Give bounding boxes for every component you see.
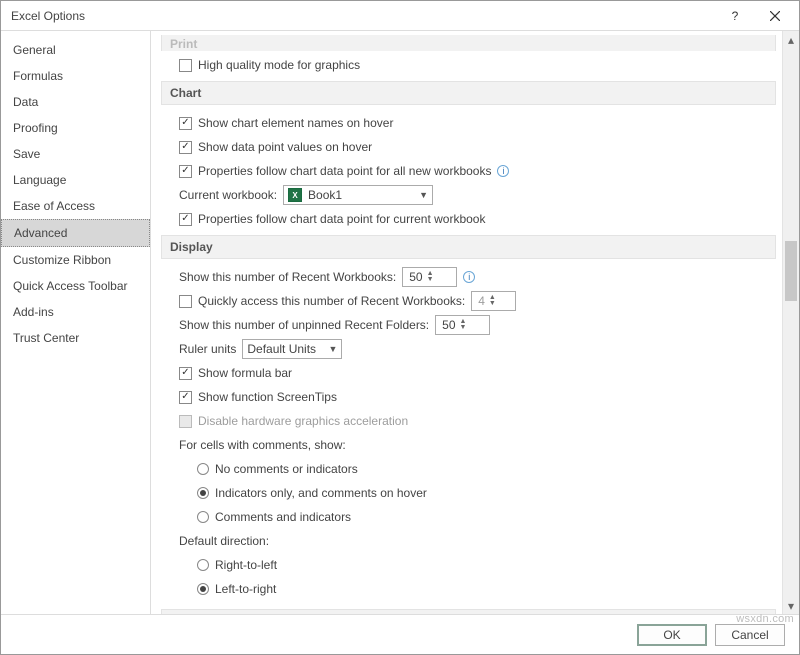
close-button[interactable] [755,2,795,30]
sidebar-item-add-ins[interactable]: Add-ins [1,299,150,325]
spinner-quick-access-value: 4 [478,294,485,308]
sidebar: General Formulas Data Proofing Save Lang… [1,31,151,614]
cancel-button[interactable]: Cancel [715,624,785,646]
label-show-datapoint-values: Show data point values on hover [198,140,372,154]
combo-ruler-units-value: Default Units [247,342,316,356]
label-indicators-only: Indicators only, and comments on hover [215,486,427,500]
section-chart-heading: Chart [161,81,776,105]
label-comments-heading: For cells with comments, show: [179,438,346,452]
label-ruler-units: Ruler units [179,342,236,356]
radio-indicators-only[interactable] [197,487,209,499]
label-rtl: Right-to-left [215,558,277,572]
titlebar: Excel Options ? [1,1,799,31]
excel-icon: X [288,188,302,202]
label-no-comments: No comments or indicators [215,462,358,476]
label-high-quality-graphics: High quality mode for graphics [198,58,360,72]
label-properties-all-workbooks: Properties follow chart data point for a… [198,164,491,178]
sidebar-item-data[interactable]: Data [1,89,150,115]
sidebar-item-save[interactable]: Save [1,141,150,167]
spinner-buttons[interactable]: ▲▼ [460,319,467,331]
main-area: Print High quality mode for graphics Cha… [151,31,799,614]
spinner-recent-folders[interactable]: 50 ▲▼ [435,315,490,335]
label-formula-bar: Show formula bar [198,366,292,380]
label-current-workbook: Current workbook: [179,188,277,202]
label-default-direction: Default direction: [179,534,269,548]
combo-current-workbook-value: Book1 [308,188,342,202]
checkbox-properties-all-workbooks[interactable] [179,165,192,178]
checkbox-screentips[interactable] [179,391,192,404]
combo-ruler-units[interactable]: Default Units ▼ [242,339,342,359]
section-display-heading: Display [161,235,776,259]
info-icon[interactable]: i [463,271,475,283]
checkbox-quick-access-recent[interactable] [179,295,192,308]
sidebar-item-language[interactable]: Language [1,167,150,193]
vertical-scrollbar[interactable]: ▴ ▾ [782,31,799,614]
checkbox-show-datapoint-values[interactable] [179,141,192,154]
sidebar-item-general[interactable]: General [1,37,150,63]
label-comments-and-indicators: Comments and indicators [215,510,351,524]
checkbox-show-element-names[interactable] [179,117,192,130]
sidebar-item-ease-of-access[interactable]: Ease of Access [1,193,150,219]
radio-rtl[interactable] [197,559,209,571]
checkbox-high-quality-graphics[interactable] [179,59,192,72]
label-screentips: Show function ScreenTips [198,390,337,404]
radio-ltr[interactable] [197,583,209,595]
sidebar-item-formulas[interactable]: Formulas [1,63,150,89]
label-properties-current-workbook: Properties follow chart data point for c… [198,212,485,226]
sidebar-item-proofing[interactable]: Proofing [1,115,150,141]
sidebar-item-trust-center[interactable]: Trust Center [1,325,150,351]
ok-button[interactable]: OK [637,624,707,646]
row-high-quality-graphics: High quality mode for graphics [179,55,776,75]
sidebar-item-advanced[interactable]: Advanced [1,219,150,247]
scroll-thumb[interactable] [785,241,797,301]
checkbox-hw-accel [179,415,192,428]
info-icon[interactable]: i [497,165,509,177]
label-recent-folders: Show this number of unpinned Recent Fold… [179,318,429,332]
spinner-buttons: ▲▼ [489,295,496,307]
label-show-element-names: Show chart element names on hover [198,116,393,130]
label-ltr: Left-to-right [215,582,276,596]
chevron-down-icon: ▼ [328,344,337,354]
label-recent-workbooks: Show this number of Recent Workbooks: [179,270,396,284]
label-hw-accel: Disable hardware graphics acceleration [198,414,408,428]
spinner-recent-folders-value: 50 [442,318,455,332]
dialog-body: General Formulas Data Proofing Save Lang… [1,31,799,614]
spinner-buttons[interactable]: ▲▼ [427,271,434,283]
sidebar-item-customize-ribbon[interactable]: Customize Ribbon [1,247,150,273]
section-print-heading-partial: Print [161,35,776,51]
spinner-recent-workbooks-value: 50 [409,270,422,284]
checkbox-formula-bar[interactable] [179,367,192,380]
label-quick-access-recent: Quickly access this number of Recent Wor… [198,294,465,308]
dialog-footer: OK Cancel [1,614,799,654]
radio-no-comments[interactable] [197,463,209,475]
spinner-recent-workbooks[interactable]: 50 ▲▼ [402,267,457,287]
chevron-down-icon: ▼ [419,190,428,200]
scroll-down-arrow[interactable]: ▾ [783,597,799,614]
help-button[interactable]: ? [715,2,755,30]
dialog-title: Excel Options [11,9,715,23]
combo-current-workbook[interactable]: X Book1 ▼ [283,185,433,205]
sidebar-item-quick-access-toolbar[interactable]: Quick Access Toolbar [1,273,150,299]
scroll-up-arrow[interactable]: ▴ [783,31,799,48]
checkbox-properties-current-workbook[interactable] [179,213,192,226]
radio-comments-and-indicators[interactable] [197,511,209,523]
watermark: wsxdn.com [736,613,794,625]
spinner-quick-access-recent: 4 ▲▼ [471,291,516,311]
content-pane: Print High quality mode for graphics Cha… [151,31,782,614]
excel-options-dialog: Excel Options ? General Formulas Data Pr… [0,0,800,655]
